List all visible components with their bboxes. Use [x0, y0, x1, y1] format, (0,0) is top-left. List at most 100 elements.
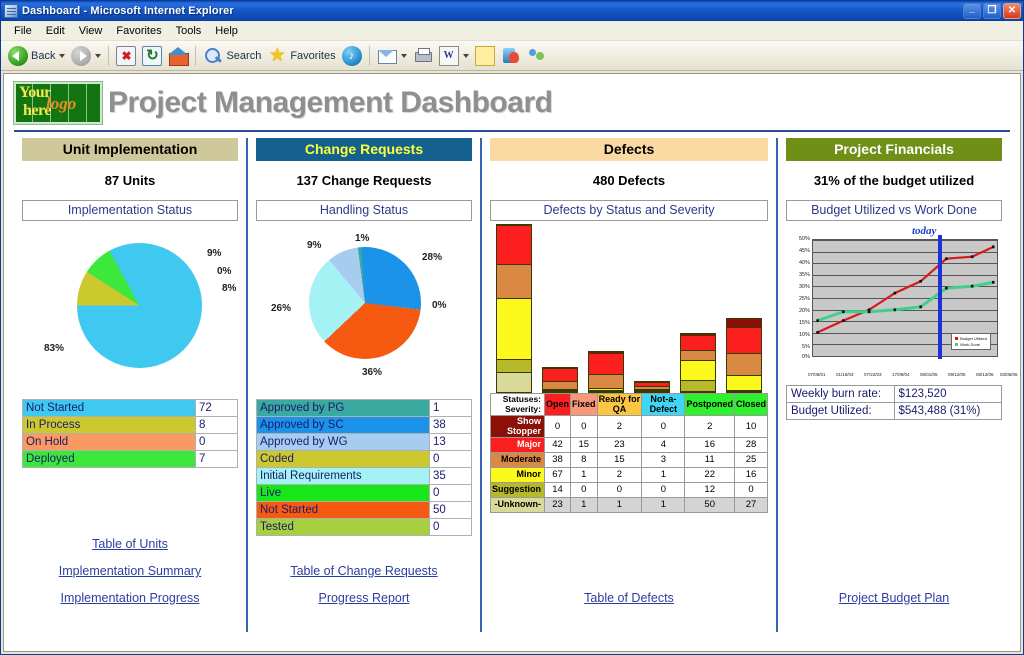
menu-tools[interactable]: Tools: [169, 23, 209, 39]
forward-button[interactable]: [68, 43, 104, 69]
cell-unknown-open: 23: [543, 497, 572, 513]
media-button[interactable]: [339, 43, 365, 69]
chart-title-implementation-status[interactable]: Implementation Status: [22, 200, 238, 221]
maximize-button[interactable]: ❐: [983, 3, 1001, 19]
edit-icon: [438, 45, 459, 66]
legend-value-not-started-cr: 50: [429, 501, 472, 519]
xtick-6: 08/13/06: [976, 372, 994, 377]
minimize-button[interactable]: _: [963, 3, 981, 19]
seg-major: [588, 353, 624, 375]
legend-item-work-done: Work Done: [955, 342, 987, 348]
seg-major: [726, 327, 762, 353]
panel-heading-change-requests: Change Requests: [256, 138, 472, 161]
ytick-35: 35%: [798, 272, 810, 278]
legend-label-deployed: Deployed: [22, 450, 196, 468]
seg-unknown: [496, 372, 532, 393]
chart-title-defects[interactable]: Defects by Status and Severity: [490, 200, 768, 221]
legend-row: Approved by SC 38: [256, 416, 472, 434]
home-button[interactable]: [165, 43, 191, 69]
row-header-minor: Minor: [490, 467, 545, 483]
home-icon: [168, 46, 190, 66]
legend-label-tested: Tested: [256, 518, 430, 536]
seg-minor: [496, 298, 532, 360]
cell-minor-open: 67: [543, 467, 572, 483]
menu-view[interactable]: View: [72, 23, 110, 39]
cell-moderate-open: 38: [543, 452, 572, 468]
favorites-label: Favorites: [290, 49, 336, 62]
links-unit-implementation: Table of Units Implementation Summary Im…: [22, 524, 238, 632]
ytick-0: 0%: [802, 354, 810, 360]
cell-major-fixed: 15: [570, 437, 598, 453]
cell-show-stopper-not-a-defect: 0: [641, 415, 686, 438]
link-table-of-change-requests[interactable]: Table of Change Requests: [256, 564, 472, 578]
stop-button[interactable]: [113, 43, 139, 69]
print-icon: [413, 46, 433, 66]
mail-button[interactable]: [374, 43, 410, 69]
table-row: Minor 67 1 2 1 22 16: [490, 467, 769, 483]
header-divider: [14, 130, 1010, 132]
people-button[interactable]: [524, 43, 550, 69]
cell-minor-fixed: 1: [570, 467, 598, 483]
legend-label-approved-sc: Approved by SC: [256, 416, 430, 434]
notes-button[interactable]: [472, 43, 498, 69]
legend-row: In Process 8: [22, 416, 238, 434]
col-header-open: Open: [543, 393, 572, 416]
menu-file[interactable]: File: [7, 23, 39, 39]
link-table-of-defects[interactable]: Table of Defects: [490, 591, 768, 605]
cell-show-stopper-ready-for-qa: 2: [596, 415, 643, 438]
seg-moderate: [726, 352, 762, 376]
legend-row: Live 0: [256, 484, 472, 502]
change-request-count: 137 Change Requests: [296, 173, 432, 188]
back-button[interactable]: Back: [5, 43, 68, 69]
col-header-ready-for-qa: Ready for QA: [596, 393, 643, 416]
forward-dropdown-icon[interactable]: [95, 53, 102, 58]
legend-value-approved-wg: 13: [429, 433, 472, 451]
legend-label-initial-requirements: Initial Requirements: [256, 467, 430, 485]
defects-stacked-bar-chart: [490, 224, 768, 393]
close-button[interactable]: ✕: [1003, 3, 1021, 19]
window-title: Dashboard - Microsoft Internet Explorer: [22, 5, 234, 17]
cell-unknown-closed: 27: [733, 497, 769, 513]
dashboard-panels: Unit Implementation 87 Units Implementat…: [14, 138, 1018, 632]
row-header-suggestion: Suggestion: [490, 482, 545, 498]
refresh-button[interactable]: [139, 43, 165, 69]
row-header-unknown: -Unknown-: [490, 497, 545, 513]
print-button[interactable]: [410, 43, 436, 69]
cell-unknown-fixed: 1: [570, 497, 598, 513]
chart-title-handling-status[interactable]: Handling Status: [256, 200, 472, 221]
link-table-of-units[interactable]: Table of Units: [22, 537, 238, 551]
logo-accent-text: logo: [46, 94, 77, 113]
cell-show-stopper-closed: 10: [733, 415, 769, 438]
link-project-budget-plan[interactable]: Project Budget Plan: [786, 591, 1002, 605]
stop-icon: [116, 45, 137, 66]
bar-ready-for-qa: [588, 350, 624, 393]
mail-dropdown-icon[interactable]: [400, 53, 407, 58]
dashboard-header: Your here logo Project Management Dashbo…: [13, 81, 1010, 128]
corner-statuses-label: Statuses:: [502, 394, 541, 404]
legend-row: Deployed 7: [22, 450, 238, 468]
bar-closed: [726, 317, 762, 393]
menu-edit[interactable]: Edit: [39, 23, 72, 39]
edit-button[interactable]: [436, 43, 472, 69]
cell-unknown-postponed: 50: [684, 497, 735, 513]
table-row: -Unknown- 23 1 1 1 50 27: [490, 497, 769, 513]
pie-pct-approved-sc: 28%: [422, 252, 443, 263]
today-marker-line: [938, 235, 942, 359]
chart-title-budget-vs-work[interactable]: Budget Utilized vs Work Done: [786, 200, 1002, 221]
menu-help[interactable]: Help: [208, 23, 245, 39]
panel-heading-defects: Defects: [490, 138, 768, 161]
search-icon: [203, 46, 223, 66]
edit-dropdown-icon[interactable]: [462, 53, 469, 58]
back-dropdown-icon[interactable]: [59, 53, 66, 58]
favorites-button[interactable]: Favorites: [264, 43, 338, 69]
pie-pct-coded: 0%: [432, 300, 447, 311]
menu-favorites[interactable]: Favorites: [109, 23, 168, 39]
cell-unknown-not-a-defect: 1: [641, 497, 686, 513]
table-row: Weekly burn rate: $123,520: [786, 385, 1002, 403]
link-progress-report[interactable]: Progress Report: [256, 591, 472, 605]
link-implementation-summary[interactable]: Implementation Summary: [22, 564, 238, 578]
seg-moderate: [496, 263, 532, 299]
messenger-button[interactable]: [498, 43, 524, 69]
search-button[interactable]: Search: [200, 43, 264, 69]
link-implementation-progress[interactable]: Implementation Progress: [22, 591, 238, 605]
